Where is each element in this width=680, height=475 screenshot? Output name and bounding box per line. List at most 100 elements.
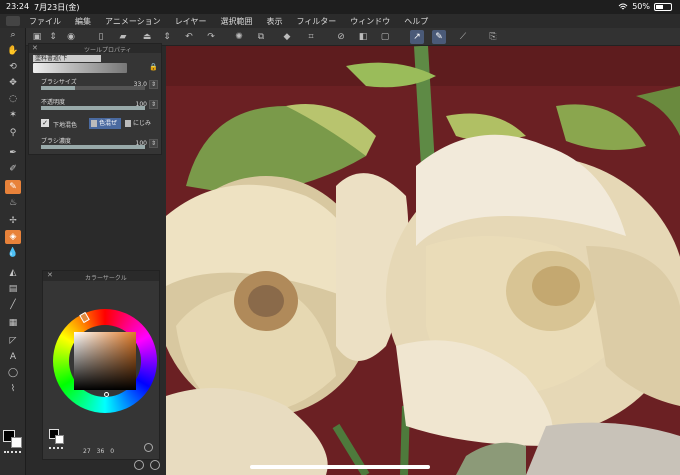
blend-check-label: 下地混色 bbox=[53, 122, 78, 129]
pen-stroke-icon[interactable]: ✎ bbox=[432, 30, 446, 44]
opacity-fill bbox=[41, 106, 145, 110]
color-circle-panel: ✕ カラーサークル 27 36 0 bbox=[42, 270, 160, 460]
menu-filter[interactable]: フィルター bbox=[289, 16, 343, 27]
ruler-icon[interactable]: ↗ bbox=[410, 30, 424, 44]
copy-icon[interactable]: ⧉ bbox=[254, 30, 268, 44]
menu-layer[interactable]: レイヤー bbox=[168, 16, 214, 27]
transparent-color-swatch[interactable] bbox=[4, 451, 21, 455]
battery-percent: 50% bbox=[632, 2, 650, 11]
text-icon[interactable]: A bbox=[5, 350, 21, 364]
brush-size-label: ブラシサイズ bbox=[41, 79, 77, 86]
panel-transparent-color[interactable] bbox=[49, 447, 63, 449]
sv-marker[interactable] bbox=[104, 392, 109, 397]
menu-animation[interactable]: アニメーション bbox=[98, 16, 168, 27]
menu-help[interactable]: ヘルプ bbox=[397, 16, 435, 27]
status-bar: 23:24 7月23日(金) 50% bbox=[0, 0, 680, 14]
density-fill bbox=[41, 145, 145, 149]
color-panel-close-icon[interactable]: ✕ bbox=[47, 271, 53, 279]
pencil-icon[interactable]: ✐ bbox=[5, 162, 21, 176]
document-icon[interactable]: ▯ bbox=[94, 30, 108, 44]
save-icon[interactable]: ⏏ bbox=[140, 30, 154, 44]
status-time: 23:24 bbox=[6, 2, 30, 11]
stepper-2-icon[interactable]: ⇕ bbox=[160, 30, 174, 44]
opacity-slider[interactable] bbox=[41, 106, 145, 110]
redo-icon[interactable]: ↷ bbox=[204, 30, 218, 44]
brush-name: 塗料書道(下 bbox=[33, 55, 101, 62]
blend-mode-mix[interactable]: 色混ぜ bbox=[89, 118, 121, 129]
close-icon[interactable]: ✕ bbox=[32, 44, 38, 52]
invert-selection-icon[interactable]: ◧ bbox=[356, 30, 370, 44]
transform-icon[interactable]: ⌗ bbox=[304, 30, 318, 44]
hsv-readout: 27 36 0 bbox=[83, 448, 114, 455]
blend-checkbox[interactable]: ✓ bbox=[41, 119, 49, 127]
pen-icon[interactable]: ✒ bbox=[5, 146, 21, 160]
drawing-canvas[interactable] bbox=[166, 46, 680, 475]
opacity-stepper[interactable]: ⇕ bbox=[149, 100, 158, 109]
layer-icon[interactable]: ◉ bbox=[64, 30, 78, 44]
move-icon[interactable]: ✥ bbox=[5, 76, 21, 90]
color-panel-header: ✕ カラーサークル bbox=[43, 271, 159, 282]
blend-mode-bleed[interactable]: にじみ bbox=[123, 118, 157, 129]
brush-size-stepper[interactable]: ⇕ bbox=[149, 80, 158, 89]
fill-bucket-icon[interactable]: ◭ bbox=[5, 266, 21, 280]
magic-wand-icon[interactable]: ✶ bbox=[5, 108, 21, 122]
rose-painting bbox=[166, 46, 680, 475]
density-value: 100 bbox=[135, 140, 147, 147]
sub-color-swatch[interactable] bbox=[11, 437, 22, 448]
open-folder-icon[interactable]: ▰ bbox=[116, 30, 130, 44]
tool-strip: ⌕ ✋ ⟲ ✥ ◌ ✶ ⚲ ✒ ✐ ✎ ♨ ✢ ◈ 💧 ◭ ▤ ╱ ▦ ◸ A … bbox=[0, 28, 26, 475]
figure-icon[interactable]: ╱ bbox=[5, 298, 21, 312]
download-icon[interactable] bbox=[134, 460, 144, 470]
brightness-value: 0 bbox=[110, 448, 115, 455]
density-stepper[interactable]: ⇕ bbox=[149, 139, 158, 148]
app-icon[interactable] bbox=[6, 16, 20, 26]
hue-wheel[interactable] bbox=[53, 309, 157, 413]
menu-view[interactable]: 表示 bbox=[259, 16, 289, 27]
lock-icon[interactable]: 🔒 bbox=[149, 63, 158, 71]
settings-link-icon[interactable]: ⎘ bbox=[486, 30, 500, 44]
tool-property-panel: ✕ ツールプロパティ 塗料書道(下 🔒 ブラシサイズ 33.0 ⇕ 不透明度 1… bbox=[28, 43, 162, 155]
undo-icon[interactable]: ↶ bbox=[182, 30, 196, 44]
stepper-icon[interactable]: ⇕ bbox=[46, 30, 60, 44]
menu-file[interactable]: ファイル bbox=[22, 16, 68, 27]
frame-icon[interactable]: ▦ bbox=[5, 316, 21, 330]
airbrush-icon[interactable]: ♨ bbox=[5, 196, 21, 210]
mix-icon bbox=[91, 120, 97, 127]
eyedropper-icon[interactable]: ⚲ bbox=[5, 126, 21, 140]
decoration-icon[interactable]: ✢ bbox=[5, 214, 21, 228]
settings-icon[interactable] bbox=[150, 460, 160, 470]
panel-sub-color[interactable] bbox=[55, 435, 64, 444]
blend-icon[interactable]: 💧 bbox=[5, 246, 21, 260]
deselect-icon[interactable]: ⊘ bbox=[334, 30, 348, 44]
ruler-snap-icon[interactable]: ⟋ bbox=[456, 30, 470, 44]
status-date: 7月23日(金) bbox=[34, 3, 80, 12]
balloon-icon[interactable]: ◯ bbox=[5, 366, 21, 380]
loading-icon[interactable]: ✺ bbox=[232, 30, 246, 44]
menu-window[interactable]: ウィンドウ bbox=[343, 16, 397, 27]
saturation-value-square[interactable] bbox=[74, 332, 136, 390]
wifi-icon bbox=[618, 3, 628, 9]
fill-icon[interactable]: ◆ bbox=[280, 30, 294, 44]
brush-size-slider[interactable] bbox=[41, 86, 145, 90]
gear-icon[interactable] bbox=[144, 443, 153, 452]
eraser-icon[interactable]: ◈ bbox=[5, 230, 21, 244]
selection-icon[interactable]: ▢ bbox=[378, 30, 392, 44]
lasso-icon[interactable]: ◌ bbox=[5, 92, 21, 106]
menu-selection[interactable]: 選択範囲 bbox=[213, 16, 259, 27]
hand-icon[interactable]: ✋ bbox=[5, 44, 21, 58]
panel-title: ツールプロパティ bbox=[84, 47, 132, 54]
brush-size-value: 33.0 bbox=[133, 81, 147, 88]
gradient-icon[interactable]: ▤ bbox=[5, 282, 21, 296]
color-panel-title: カラーサークル bbox=[85, 275, 127, 282]
menu-edit[interactable]: 編集 bbox=[68, 16, 98, 27]
density-slider[interactable] bbox=[41, 145, 145, 149]
zoom-icon[interactable]: ⌕ bbox=[5, 28, 21, 42]
brush-icon[interactable]: ✎ bbox=[5, 180, 21, 194]
ruler-tool-icon[interactable]: ◸ bbox=[5, 334, 21, 348]
correction-icon[interactable]: ⌇ bbox=[5, 382, 21, 396]
home-indicator[interactable] bbox=[250, 465, 430, 469]
hue-marker[interactable] bbox=[79, 311, 90, 324]
new-canvas-icon[interactable]: ▣ bbox=[30, 30, 44, 44]
rotate-icon[interactable]: ⟲ bbox=[5, 60, 21, 74]
opacity-value: 100 bbox=[135, 101, 147, 108]
